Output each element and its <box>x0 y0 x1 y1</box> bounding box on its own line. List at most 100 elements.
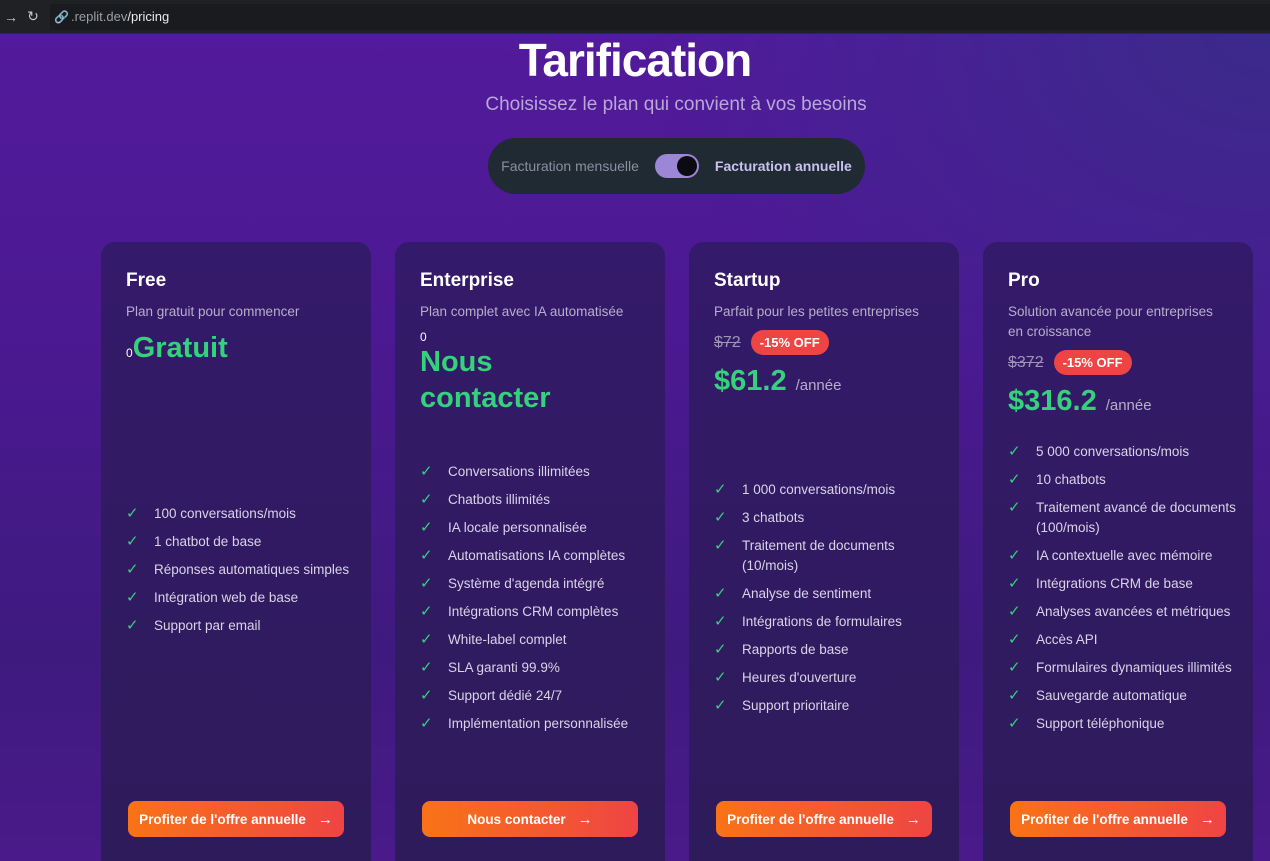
plan-description: Plan complet avec IA automatisée <box>420 304 624 319</box>
feature-item: ✓ Rapports de base <box>714 640 945 660</box>
url-host: .replit.dev <box>70 9 128 24</box>
feature-text: Réponses automatiques simples <box>154 562 350 577</box>
feature-item: ✓ Analyses avancées et métriques <box>1008 602 1239 622</box>
feature-item: ✓ 5 000 conversations/mois <box>1008 442 1239 462</box>
feature-text: Intégrations CRM de base <box>1036 576 1193 591</box>
price-value: $61.2 <box>714 365 787 397</box>
plan-card-free: Free Plan gratuit pour commencer 0 Gratui… <box>101 242 371 861</box>
feature-text: Accès API <box>1036 632 1098 647</box>
feature-text: Conversations illimitées <box>448 464 590 479</box>
price-zero: 0 <box>420 330 427 344</box>
feature-item: ✓ Intégrations de formulaires <box>714 612 945 632</box>
feature-item: ✓ Support téléphonique <box>1008 714 1239 734</box>
feature-text: Formulaires dynamiques illimités <box>1036 660 1232 675</box>
old-price-row: $372 -15% OFF <box>1008 350 1228 375</box>
annual-offer-button[interactable]: Profiter de l'offre annuelle → <box>1010 801 1226 837</box>
feature-text: Heures d'ouverture <box>742 670 857 685</box>
feature-item: ✓ Système d'agenda intégré <box>420 574 651 594</box>
feature-item: ✓ Intégration web de base <box>126 588 357 608</box>
monthly-billing-label[interactable]: Facturation mensuelle <box>501 158 639 174</box>
check-icon: ✓ <box>420 659 433 676</box>
feature-text: Sauvegarde automatique <box>1036 688 1187 703</box>
browser-toolbar: → ↻ 🔗 .replit.dev/pricing <box>0 0 1270 34</box>
check-icon: ✓ <box>1008 547 1021 564</box>
link-icon: 🔗 <box>54 9 69 24</box>
feature-item: ✓ Intégrations CRM de base <box>1008 574 1239 594</box>
plan-name: Free <box>126 270 167 291</box>
price-row: 0 Nous contacter <box>420 330 590 416</box>
check-icon: ✓ <box>714 509 727 526</box>
price-text: Nous contacter <box>420 346 551 414</box>
feature-text: 5 000 conversations/mois <box>1036 444 1190 459</box>
plan-name: Enterprise <box>420 270 514 291</box>
feature-item: ✓ Intégrations CRM complètes <box>420 602 651 622</box>
check-icon: ✓ <box>714 585 727 602</box>
feature-item: ✓ Traitement avancé de documents (100/moi… <box>1008 498 1239 538</box>
check-icon: ✓ <box>1008 443 1021 460</box>
price-period: /année <box>795 377 842 394</box>
feature-text: 3 chatbots <box>742 510 805 525</box>
feature-item: ✓ Sauvegarde automatique <box>1008 686 1239 706</box>
feature-text: Analyse de sentiment <box>742 586 872 601</box>
check-icon: ✓ <box>714 613 727 630</box>
feature-item: ✓ 100 conversations/mois <box>126 504 357 524</box>
old-price: $72 <box>714 333 741 351</box>
plan-description: Plan gratuit pour commencer <box>126 304 300 319</box>
page-title: Tarification <box>518 34 753 86</box>
check-icon: ✓ <box>420 603 433 620</box>
feature-list: ✓ Conversations illimitées ✓ Chatbots illim… <box>420 462 651 742</box>
price-row: $61.2 /année <box>714 365 934 398</box>
forward-arrow-icon[interactable]: → <box>0 9 22 25</box>
address-bar[interactable]: 🔗 .replit.dev/pricing <box>50 3 1270 30</box>
arrow-right-icon: → <box>317 810 333 828</box>
feature-item: ✓ Automatisations IA complètes <box>420 546 651 566</box>
feature-item: ✓ Conversations illimitées <box>420 462 651 482</box>
check-icon: ✓ <box>1008 631 1021 648</box>
feature-item: ✓ Analyse de sentiment <box>714 584 945 604</box>
feature-text: 1 000 conversations/mois <box>742 482 896 497</box>
feature-text: SLA garanti 99.9% <box>448 660 560 675</box>
check-icon: ✓ <box>420 631 433 648</box>
billing-toggle: Facturation mensuelle Facturation annuel… <box>488 138 865 194</box>
feature-item: ✓ Réponses automatiques simples <box>126 560 357 580</box>
feature-item: ✓ Support prioritaire <box>714 696 945 716</box>
check-icon: ✓ <box>714 537 727 554</box>
plan-description: Parfait pour les petites entreprises <box>714 304 919 319</box>
feature-item: ✓ Chatbots illimités <box>420 490 651 510</box>
check-icon: ✓ <box>714 669 727 686</box>
feature-text: Traitement avancé de documents (100/mois… <box>1036 500 1236 535</box>
feature-item: ✓ Traitement de documents (10/mois) <box>714 536 945 576</box>
plan-card-pro: Pro Solution avancée pour entreprises en… <box>983 242 1253 861</box>
check-icon: ✓ <box>126 533 139 550</box>
feature-text: 100 conversations/mois <box>154 506 296 521</box>
switch-knob <box>676 156 697 176</box>
price-row: $316.2 /année <box>1008 385 1228 418</box>
annual-offer-button[interactable]: Profiter de l'offre annuelle → <box>128 801 344 837</box>
feature-text: Analyses avancées et métriques <box>1036 604 1231 619</box>
price-zero: 0 <box>126 346 133 360</box>
annual-offer-button[interactable]: Profiter de l'offre annuelle → <box>716 801 932 837</box>
price-value: $316.2 <box>1008 385 1097 417</box>
feature-text: IA contextuelle avec mémoire <box>1036 548 1213 563</box>
pricing-page: Tarification Choisissez le plan qui conv… <box>0 34 1270 861</box>
reload-icon[interactable]: ↻ <box>22 8 44 25</box>
cta-label: Profiter de l'offre annuelle <box>727 811 894 827</box>
feature-item: ✓ Support par email <box>126 616 357 636</box>
check-icon: ✓ <box>1008 659 1021 676</box>
feature-text: Implémentation personnalisée <box>448 716 629 731</box>
feature-text: Intégration web de base <box>154 590 299 605</box>
feature-item: ✓ 3 chatbots <box>714 508 945 528</box>
url-path: /pricing <box>127 9 170 24</box>
feature-text: 10 chatbots <box>1036 472 1106 487</box>
check-icon: ✓ <box>420 519 433 536</box>
annual-billing-label[interactable]: Facturation annuelle <box>715 158 852 174</box>
billing-switch[interactable] <box>654 154 699 178</box>
feature-list: ✓ 100 conversations/mois ✓ 1 chatbot de bas… <box>126 504 357 644</box>
check-icon: ✓ <box>1008 603 1021 620</box>
arrow-right-icon: → <box>577 810 593 828</box>
feature-text: Système d'agenda intégré <box>448 576 605 591</box>
feature-text: Support dédié 24/7 <box>448 688 563 703</box>
feature-item: ✓ Heures d'ouverture <box>714 668 945 688</box>
check-icon: ✓ <box>126 589 139 606</box>
contact-us-button[interactable]: Nous contacter → <box>422 801 638 837</box>
